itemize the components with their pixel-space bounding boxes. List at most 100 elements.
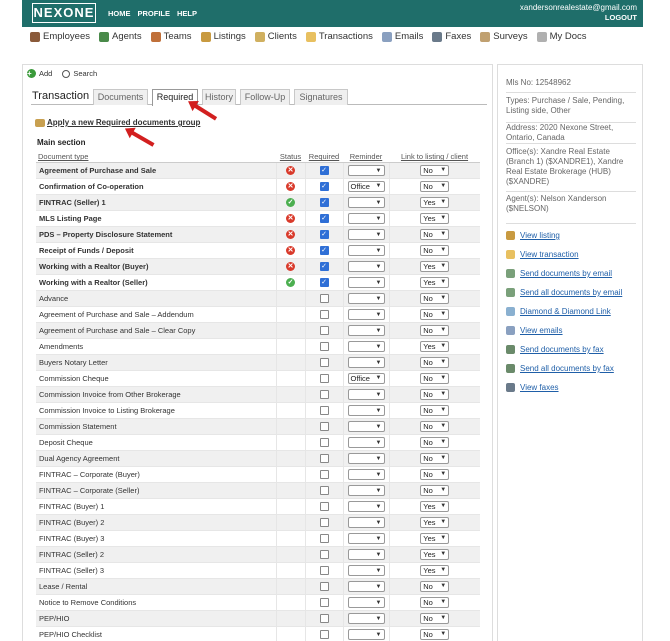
required-checkbox[interactable] bbox=[319, 325, 329, 335]
reminder-select[interactable]: ▼ bbox=[347, 245, 385, 257]
required-checkbox[interactable]: ✓ bbox=[319, 245, 329, 255]
reminder-select[interactable]: ▼ bbox=[347, 533, 385, 545]
diamond-link[interactable]: Diamond & Diamond Link bbox=[506, 307, 611, 316]
required-checkbox[interactable] bbox=[319, 453, 329, 463]
required-checkbox[interactable] bbox=[319, 421, 329, 431]
col-status[interactable]: Status bbox=[276, 152, 305, 163]
col-required[interactable]: Required bbox=[305, 152, 343, 163]
required-checkbox[interactable]: ✓ bbox=[319, 181, 329, 191]
reminder-select[interactable]: ▼ bbox=[347, 549, 385, 561]
required-checkbox[interactable]: ✓ bbox=[319, 213, 329, 223]
reminder-select[interactable]: ▼ bbox=[347, 229, 385, 241]
link-select[interactable]: No ▼ bbox=[420, 308, 450, 320]
reminder-select[interactable]: ▼ bbox=[347, 613, 385, 625]
reminder-select[interactable]: ▼ bbox=[347, 629, 385, 641]
reminder-select[interactable]: ▼ bbox=[347, 485, 385, 497]
required-checkbox[interactable] bbox=[319, 501, 329, 511]
add-button[interactable]: + Add bbox=[27, 69, 52, 78]
col-link[interactable]: Link to listing / client bbox=[389, 152, 480, 163]
link-select[interactable]: No ▼ bbox=[420, 436, 450, 448]
required-checkbox[interactable] bbox=[319, 373, 329, 383]
link-select[interactable]: No ▼ bbox=[420, 180, 450, 192]
link-select[interactable]: No ▼ bbox=[420, 228, 450, 240]
module-teams[interactable]: Teams bbox=[150, 31, 192, 42]
required-checkbox[interactable] bbox=[319, 437, 329, 447]
reminder-select[interactable]: ▼ bbox=[347, 581, 385, 593]
link-select[interactable]: No ▼ bbox=[420, 468, 450, 480]
tab-documents[interactable]: Documents bbox=[93, 89, 148, 105]
link-select[interactable]: Yes ▼ bbox=[420, 564, 450, 576]
reminder-select[interactable]: ▼ bbox=[347, 437, 385, 449]
link-select[interactable]: No ▼ bbox=[420, 596, 450, 608]
link-select[interactable]: No ▼ bbox=[420, 324, 450, 336]
module-emails[interactable]: Emails bbox=[381, 31, 423, 42]
required-checkbox[interactable] bbox=[319, 469, 329, 479]
reminder-select[interactable]: ▼ bbox=[347, 277, 385, 289]
module-transactions[interactable]: Transactions bbox=[305, 31, 373, 42]
view-faxes-link[interactable]: View faxes bbox=[506, 383, 559, 392]
logout-link[interactable]: LOGOUT bbox=[520, 13, 637, 23]
required-checkbox[interactable] bbox=[319, 309, 329, 319]
reminder-select[interactable]: ▼ bbox=[347, 405, 385, 417]
module-faxes[interactable]: Faxes bbox=[432, 31, 471, 42]
required-checkbox[interactable] bbox=[319, 485, 329, 495]
required-checkbox[interactable] bbox=[319, 533, 329, 543]
reminder-select[interactable]: ▼ bbox=[347, 165, 385, 177]
link-select[interactable]: No ▼ bbox=[420, 164, 450, 176]
required-checkbox[interactable]: ✓ bbox=[319, 277, 329, 287]
required-checkbox[interactable] bbox=[319, 565, 329, 575]
reminder-select[interactable]: ▼ bbox=[347, 261, 385, 273]
send-documents-email-link[interactable]: Send documents by email bbox=[506, 269, 612, 278]
send-documents-fax-link[interactable]: Send documents by fax bbox=[506, 345, 604, 354]
reminder-select[interactable]: Office ▼ bbox=[347, 180, 385, 192]
link-select[interactable]: No ▼ bbox=[420, 388, 450, 400]
required-checkbox[interactable] bbox=[319, 597, 329, 607]
tab-follow-up[interactable]: Follow-Up bbox=[240, 89, 290, 105]
required-checkbox[interactable] bbox=[319, 629, 329, 639]
link-select[interactable]: No ▼ bbox=[420, 244, 450, 256]
link-select[interactable]: No ▼ bbox=[420, 452, 450, 464]
module-agents[interactable]: Agents bbox=[99, 31, 142, 42]
reminder-select[interactable]: ▼ bbox=[347, 309, 385, 321]
search-button[interactable]: Search bbox=[62, 69, 97, 78]
link-select[interactable]: Yes ▼ bbox=[420, 340, 450, 352]
required-checkbox[interactable] bbox=[319, 517, 329, 527]
link-select[interactable]: Yes ▼ bbox=[420, 548, 450, 560]
required-checkbox[interactable] bbox=[319, 293, 329, 303]
module-clients[interactable]: Clients bbox=[254, 31, 297, 42]
reminder-select[interactable]: ▼ bbox=[347, 453, 385, 465]
send-all-documents-fax-link[interactable]: Send all documents by fax bbox=[506, 364, 614, 373]
nav-help[interactable]: HELP bbox=[177, 9, 197, 18]
link-select[interactable]: No ▼ bbox=[420, 356, 450, 368]
col-reminder[interactable]: Reminder bbox=[343, 152, 389, 163]
reminder-select[interactable]: ▼ bbox=[347, 597, 385, 609]
link-select[interactable]: Yes ▼ bbox=[420, 516, 450, 528]
apply-required-group-link[interactable]: Apply a new Required documents group bbox=[35, 118, 200, 127]
reminder-select[interactable]: ▼ bbox=[347, 293, 385, 305]
module-mydocs[interactable]: My Docs bbox=[536, 31, 587, 42]
link-select[interactable]: No ▼ bbox=[420, 628, 450, 640]
required-checkbox[interactable] bbox=[319, 357, 329, 367]
required-checkbox[interactable]: ✓ bbox=[319, 197, 329, 207]
link-select[interactable]: No ▼ bbox=[420, 420, 450, 432]
reminder-select[interactable]: ▼ bbox=[347, 421, 385, 433]
reminder-select[interactable]: ▼ bbox=[347, 565, 385, 577]
view-emails-link[interactable]: View emails bbox=[506, 326, 563, 335]
tab-history[interactable]: History bbox=[202, 89, 236, 105]
view-transaction-link[interactable]: View transaction bbox=[506, 250, 579, 259]
required-checkbox[interactable] bbox=[319, 581, 329, 591]
required-checkbox[interactable]: ✓ bbox=[319, 229, 329, 239]
nav-profile[interactable]: PROFILE bbox=[138, 9, 171, 18]
send-all-documents-email-link[interactable]: Send all documents by email bbox=[506, 288, 622, 297]
reminder-select[interactable]: ▼ bbox=[347, 357, 385, 369]
module-surveys[interactable]: Surveys bbox=[480, 31, 528, 42]
required-checkbox[interactable] bbox=[319, 405, 329, 415]
nav-home[interactable]: HOME bbox=[108, 9, 131, 18]
reminder-select[interactable]: ▼ bbox=[347, 469, 385, 481]
link-select[interactable]: Yes ▼ bbox=[420, 260, 450, 272]
link-select[interactable]: Yes ▼ bbox=[420, 212, 450, 224]
required-checkbox[interactable] bbox=[319, 613, 329, 623]
reminder-select[interactable]: ▼ bbox=[347, 517, 385, 529]
required-checkbox[interactable] bbox=[319, 549, 329, 559]
reminder-select[interactable]: ▼ bbox=[347, 341, 385, 353]
